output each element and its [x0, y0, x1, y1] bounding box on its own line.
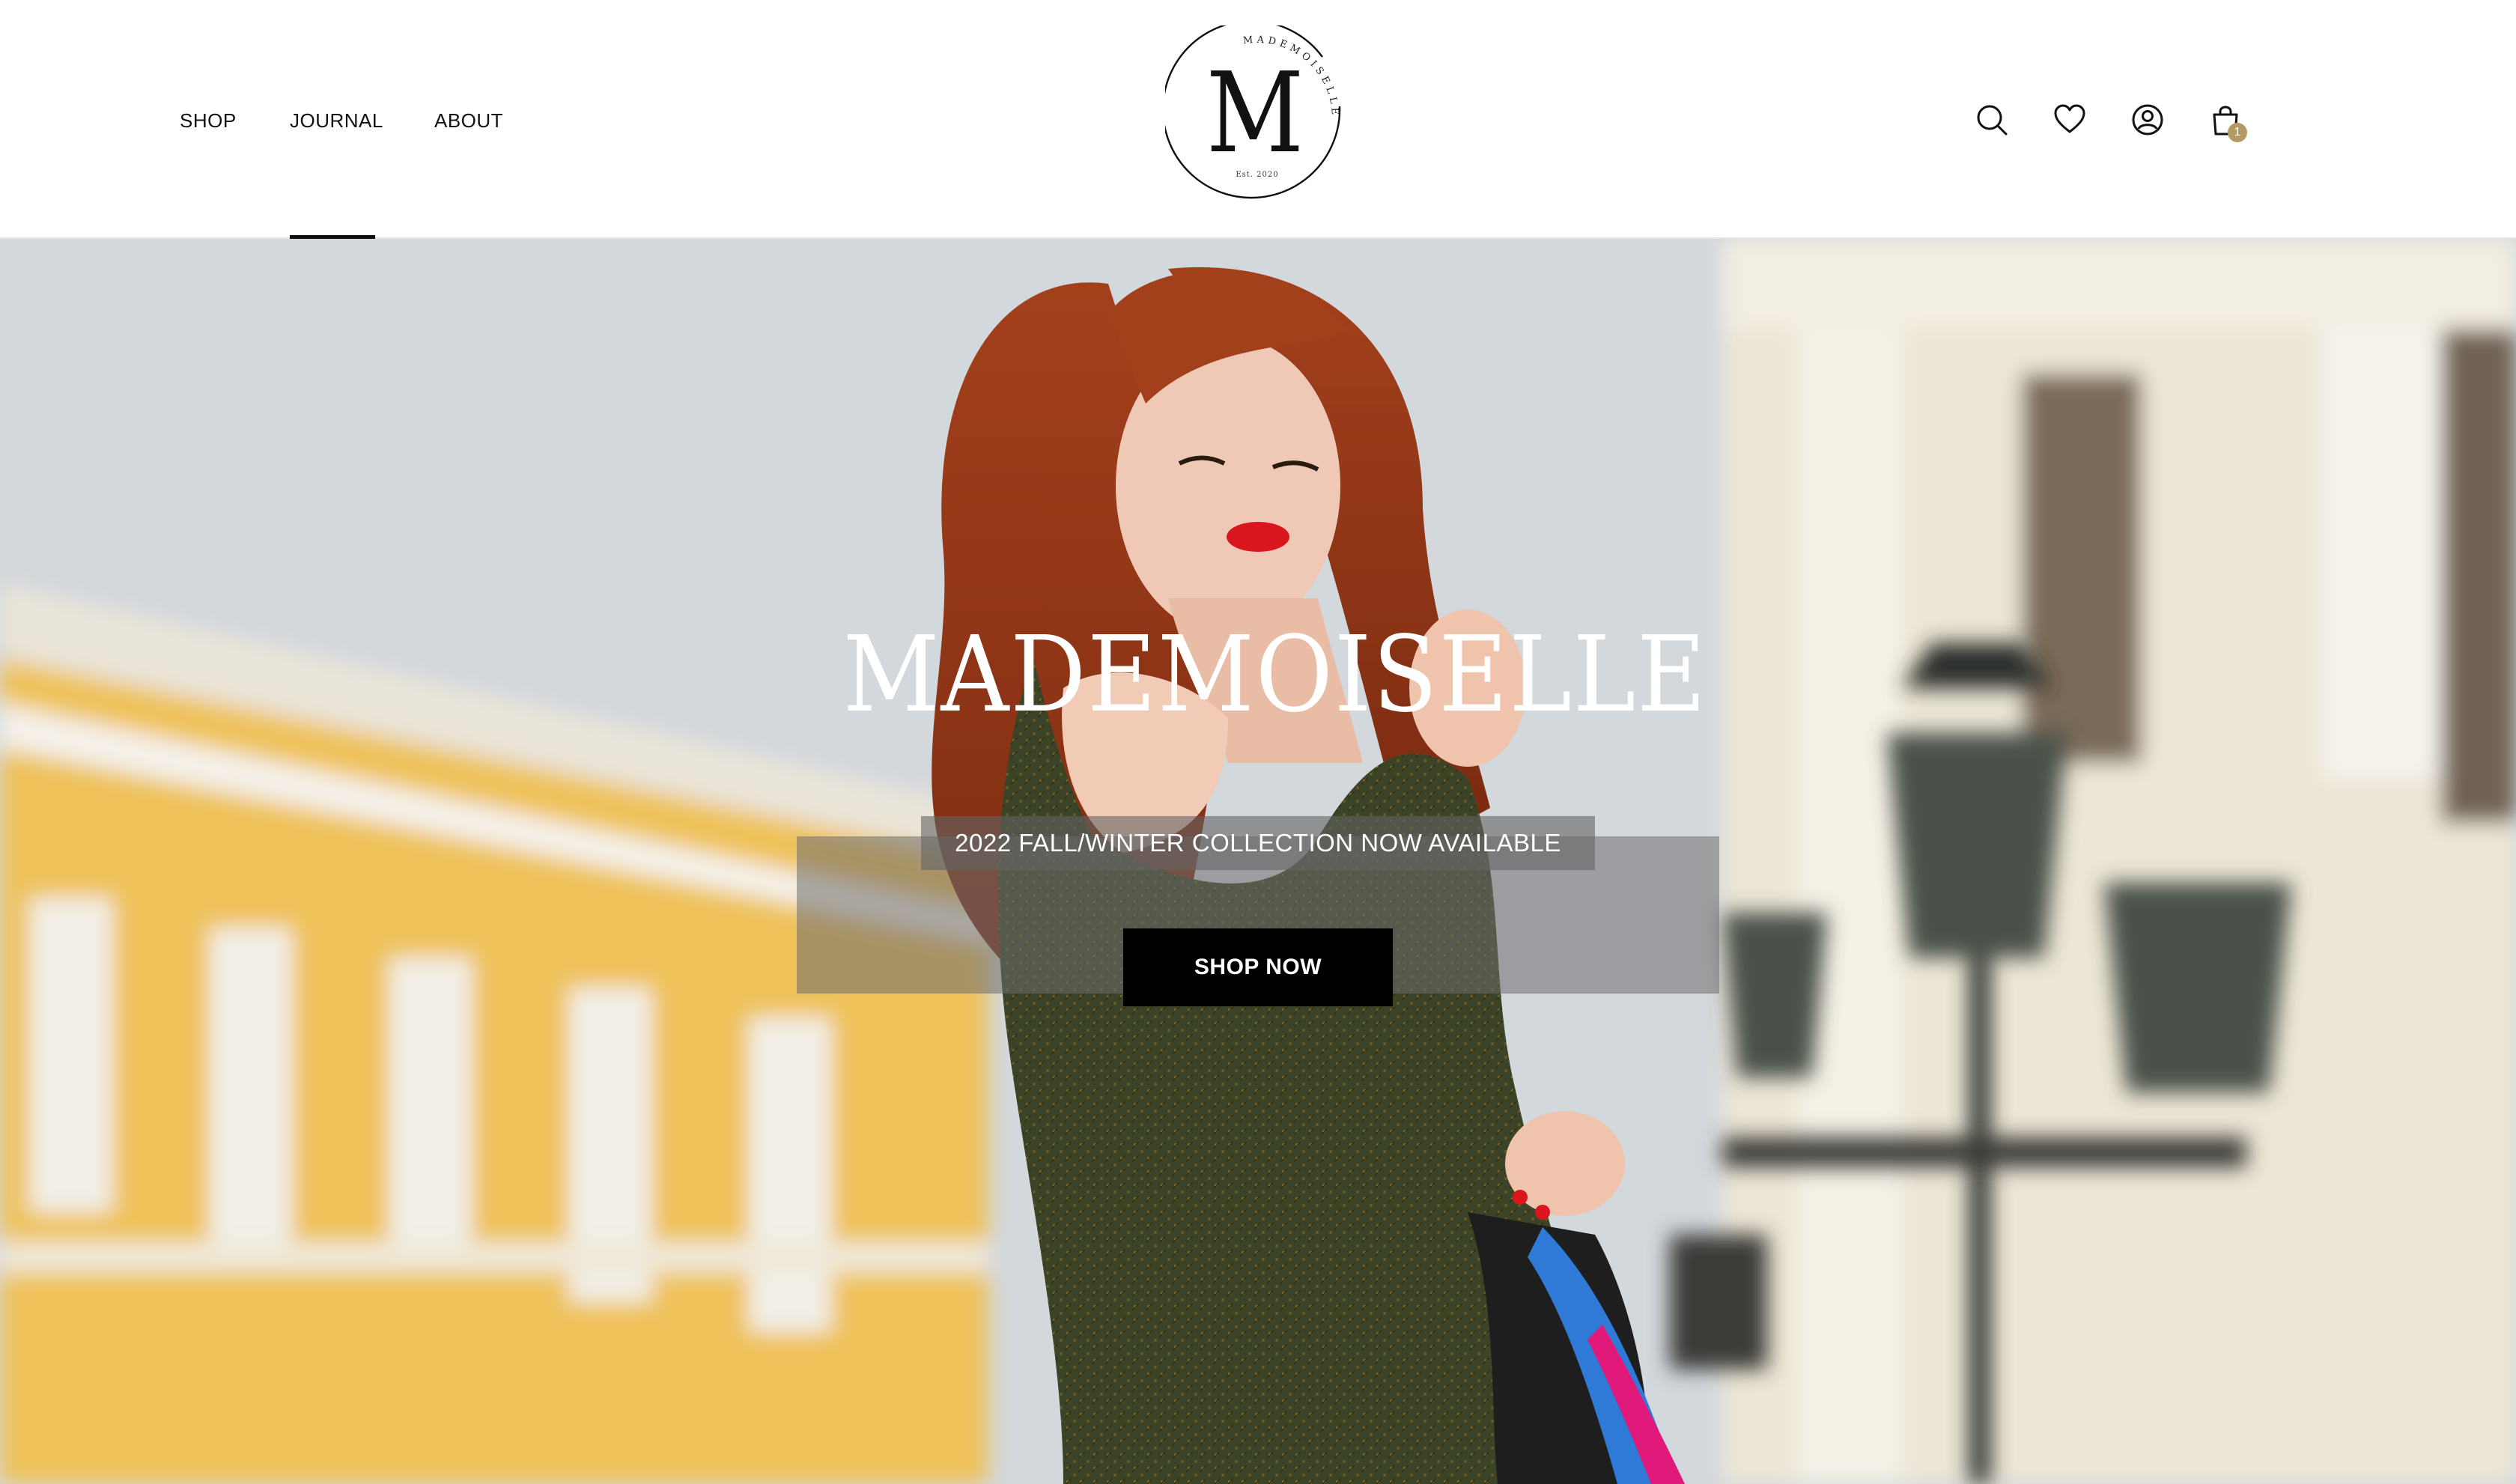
hero-subtitle: 2022 FALL/WINTER COLLECTION NOW AVAILABL…: [921, 816, 1595, 870]
nav-journal-link[interactable]: JOURNAL: [290, 109, 383, 132]
brand-logo[interactable]: MADEMOISELLE M Est. 2020: [1165, 25, 1349, 210]
search-icon[interactable]: [1971, 99, 2013, 141]
account-icon[interactable]: [2127, 99, 2169, 141]
nav-shop-link[interactable]: SHOP: [180, 109, 237, 132]
hero-title: MADEMOISELLE: [842, 614, 1707, 736]
heart-icon[interactable]: [2049, 99, 2091, 141]
nav-active-indicator: [290, 235, 375, 239]
site-header: SHOP JOURNAL ABOUT MADEMOISELLE M Est. 2…: [0, 0, 2516, 239]
logo-letter: M: [1206, 49, 1304, 177]
shop-now-button[interactable]: SHOP NOW: [1123, 928, 1393, 1006]
cart-count-badge: 1: [2228, 123, 2247, 142]
logo-established: Est. 2020: [1236, 171, 1279, 179]
nav-about-link[interactable]: ABOUT: [434, 109, 503, 132]
